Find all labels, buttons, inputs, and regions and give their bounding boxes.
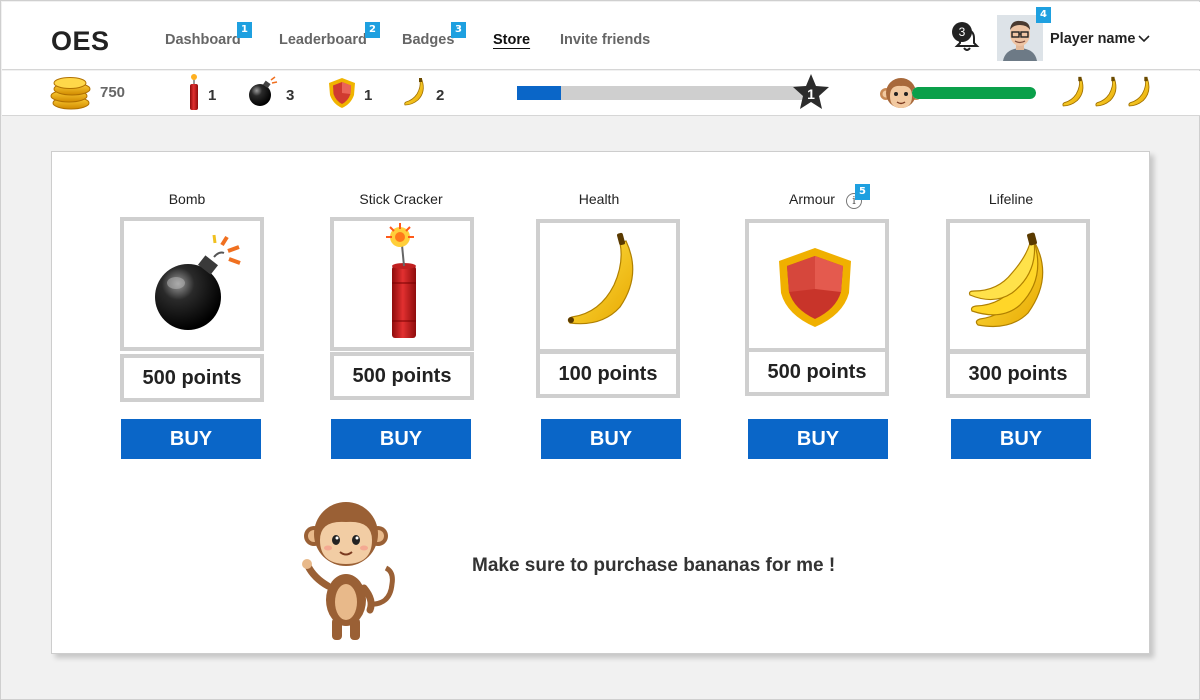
stick-cracker-count: 1 [208,87,217,104]
item-title-bomb: Bomb [168,191,206,207]
banana-icon [1095,76,1117,107]
annotation-badge: 4 [1036,7,1051,23]
annotation-badge: 1 [237,22,252,38]
shield-icon [329,78,355,108]
stick-cracker-icon [190,74,198,110]
item-title-stick-cracker: Stick Cracker [359,191,443,207]
player-name-menu[interactable]: Player name [1050,31,1135,47]
nav-leaderboard[interactable]: Leaderboard [279,32,367,48]
level-number: 1 [807,86,815,102]
item-title-lifeline: Lifeline [988,191,1034,207]
nav-invite-friends[interactable]: Invite friends [560,32,650,48]
annotation-badge: 3 [451,22,466,38]
store-panel: Bomb 500 points BUY Stick Cracker 500 po… [51,151,1150,654]
app-logo[interactable]: OES [51,26,110,57]
banana-icon [567,232,634,325]
level-star: 1 [791,72,831,112]
banana-icon [404,78,424,106]
top-nav: OES Dashboard 1 Leaderboard 2 Badges 3 S… [2,2,1200,70]
item-price-stick-cracker: 500 points [330,352,474,400]
item-image-armour[interactable] [745,219,889,353]
stick-cracker-icon [386,223,416,338]
item-image-stick-cracker[interactable] [330,217,474,351]
armour-count: 1 [364,87,373,104]
item-price-lifeline: 300 points [946,350,1090,398]
banana-bunch-icon [968,232,1044,328]
banana-icon [1128,76,1150,107]
nav-store[interactable]: Store [493,32,530,48]
bomb-icon [155,234,241,330]
annotation-badge: 5 [855,184,870,200]
xp-progress-fill [517,86,561,100]
item-price-armour: 500 points [745,348,889,396]
xp-progress-bar [517,86,807,100]
chevron-down-icon[interactable] [1138,32,1150,44]
buy-lifeline-button[interactable]: BUY [951,419,1091,459]
bomb-icon [249,76,278,106]
health-bar [912,87,1036,99]
item-price-health: 100 points [536,350,680,398]
notification-count: 3 [952,22,972,42]
coins-count: 750 [100,84,126,101]
item-image-health[interactable] [536,219,680,353]
status-bar: 750 1 3 1 2 1 [2,71,1200,116]
buy-bomb-button[interactable]: BUY [121,419,261,459]
banana-icon [1062,76,1084,107]
nav-dashboard[interactable]: Dashboard [165,32,241,48]
item-image-lifeline[interactable] [946,219,1090,353]
buy-stick-cracker-button[interactable]: BUY [331,419,471,459]
coins-icon [50,77,91,110]
shield-icon [779,248,851,327]
health-fill [912,87,1036,99]
monkey-mascot-icon [302,502,395,640]
item-title-armour: Armour [789,191,835,207]
bomb-count: 3 [286,87,295,104]
mascot-message: Make sure to purchase bananas for me ! [472,555,836,576]
app-frame: OES Dashboard 1 Leaderboard 2 Badges 3 S… [0,0,1200,700]
buy-armour-button[interactable]: BUY [748,419,888,459]
annotation-badge: 2 [365,22,380,38]
notifications-button[interactable]: 3 [952,22,982,54]
nav-badges[interactable]: Badges [402,32,454,48]
item-price-bomb: 500 points [120,354,264,402]
item-image-bomb[interactable] [120,217,264,351]
buy-health-button[interactable]: BUY [541,419,681,459]
banana-count: 2 [436,87,445,104]
item-title-health: Health [578,191,620,207]
